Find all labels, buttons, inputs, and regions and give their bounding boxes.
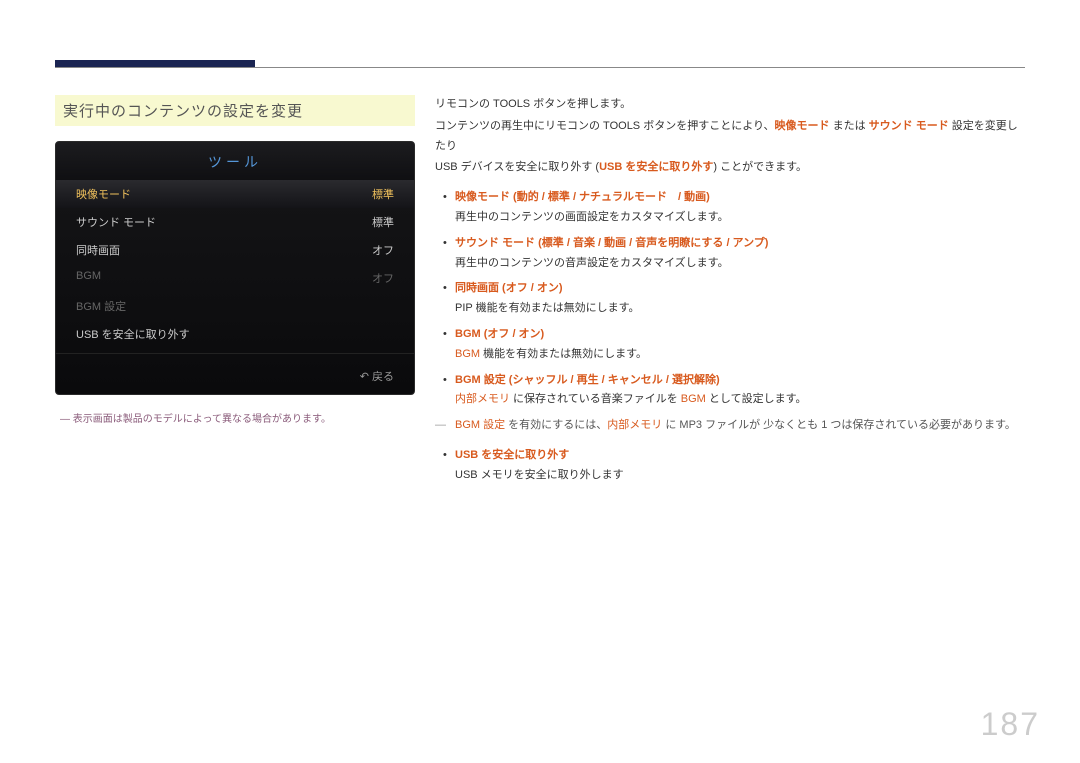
option-picture-mode: 映像モード (動的 / 標準 / ナチュラルモード / 動画) 再生中のコンテン… — [435, 188, 1025, 228]
menu-row-label: サウンド モード — [76, 214, 156, 230]
return-icon: ↶ — [360, 371, 369, 383]
option-bgm: BGM (オフ / オン) BGM 機能を有効または無効にします。 — [435, 325, 1025, 365]
menu-row-usb-safe-remove[interactable]: USB を安全に取り外す — [56, 320, 414, 348]
content-area: 実行中のコンテンツの設定を変更 ツール 映像モード 標準 サウンド モード 標準… — [55, 95, 1025, 492]
option-bgm-settings: BGM 設定 (シャッフル / 再生 / キャンセル / 選択解除) 内部メモリ… — [435, 371, 1025, 411]
tv-menu-title: ツール — [56, 142, 414, 180]
left-column: 実行中のコンテンツの設定を変更 ツール 映像モード 標準 サウンド モード 標準… — [55, 95, 415, 492]
menu-row-bgm[interactable]: BGM オフ — [56, 264, 414, 292]
menu-row-pip[interactable]: 同時画面 オフ — [56, 236, 414, 264]
menu-row-value: オフ — [372, 270, 394, 286]
menu-row-value: 標準 — [372, 186, 394, 202]
menu-row-label: 同時画面 — [76, 242, 120, 258]
menu-row-value: 標準 — [372, 214, 394, 230]
menu-row-sound-mode[interactable]: サウンド モード 標準 — [56, 208, 414, 236]
tv-menu-footer: ↶ 戻る — [56, 353, 414, 394]
menu-row-label: BGM — [76, 270, 101, 286]
options-list-2: USB を安全に取り外す USB メモリを安全に取り外します — [435, 446, 1025, 486]
menu-row-label: BGM 設定 — [76, 298, 126, 314]
option-pip: 同時画面 (オフ / オン) PIP 機能を有効または無効にします。 — [435, 279, 1025, 319]
option-sound-mode: サウンド モード (標準 / 音楽 / 動画 / 音声を明瞭にする / アンプ)… — [435, 234, 1025, 274]
menu-row-picture-mode[interactable]: 映像モード 標準 — [56, 180, 414, 208]
menu-row-label: USB を安全に取り外す — [76, 326, 190, 342]
menu-row-label: 映像モード — [76, 186, 131, 202]
intro-text-1: リモコンの TOOLS ボタンを押します。 — [435, 95, 1025, 115]
note-bgm-requirement: BGM 設定 を有効にするには、内部メモリ に MP3 ファイルが 少なくとも … — [435, 416, 1025, 436]
page-number: 187 — [981, 706, 1040, 743]
menu-row-value: オフ — [372, 242, 394, 258]
return-label: 戻る — [372, 371, 394, 383]
menu-row-bgm-settings[interactable]: BGM 設定 — [56, 292, 414, 320]
intro-text-3: USB デバイスを安全に取り外す (USB を安全に取り外す) ことができます。 — [435, 158, 1025, 178]
screenshot-caption: ― 表示画面は製品のモデルによって異なる場合があります。 — [55, 410, 415, 425]
tv-menu-panel: ツール 映像モード 標準 サウンド モード 標準 同時画面 オフ BGM オフ … — [55, 141, 415, 395]
section-title: 実行中のコンテンツの設定を変更 — [55, 95, 415, 126]
option-usb-safe-remove: USB を安全に取り外す USB メモリを安全に取り外します — [435, 446, 1025, 486]
right-column: リモコンの TOOLS ボタンを押します。 コンテンツの再生中にリモコンの TO… — [435, 95, 1025, 492]
header-divider — [55, 67, 1025, 68]
intro-text-2: コンテンツの再生中にリモコンの TOOLS ボタンを押すことにより、映像モード … — [435, 117, 1025, 157]
options-list: 映像モード (動的 / 標準 / ナチュラルモード / 動画) 再生中のコンテン… — [435, 188, 1025, 410]
